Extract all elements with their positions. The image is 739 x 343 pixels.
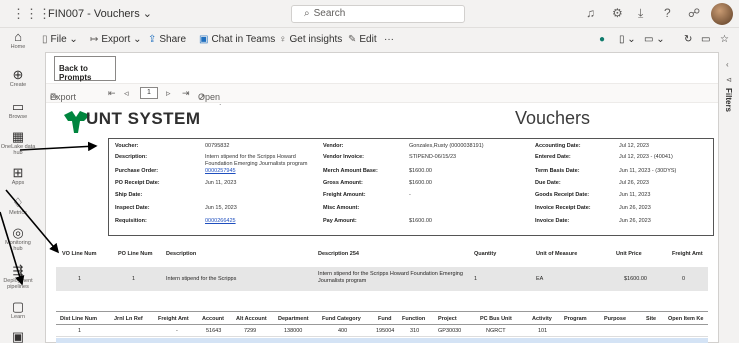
download-icon[interactable]: ⤓ — [638, 6, 643, 21]
copilot-icon[interactable]: ● — [599, 34, 605, 45]
rail-item-metrics[interactable]: ♢ Metrics — [0, 195, 36, 217]
export-menu[interactable]: ↦ Export ⌄ — [90, 34, 141, 45]
rail-item-create[interactable]: ⊕ Create — [0, 67, 36, 89]
rail-item-monitoring[interactable]: ◎ Monitoring hub — [0, 225, 36, 253]
monitoring-icon: ◎ — [12, 225, 24, 240]
favorite-icon[interactable]: ☆ — [720, 34, 729, 45]
rail-item-deployment[interactable]: ⇶ Deployment pipelines — [0, 263, 36, 291]
left-rail: ⌂ Home ⊕ Create ▭ Browse ▦ OneLake data hub … — [0, 28, 36, 343]
share-button[interactable]: ⇪ Share — [148, 34, 186, 45]
requisition-link[interactable]: 0000266425 — [205, 218, 236, 224]
command-bar: ▯ File ⌄ ↦ Export ⌄ ⇪ Share ▣ Chat in Teams … — [36, 28, 739, 52]
create-icon: ⊕ — [12, 67, 24, 82]
chat-in-teams-button[interactable]: ▣ Chat in Teams — [199, 34, 275, 45]
learn-icon: ▢ — [11, 299, 25, 314]
notifications-icon[interactable]: ♫ — [586, 6, 595, 20]
rail-item-browse[interactable]: ▭ Browse — [0, 99, 36, 121]
home-icon: ⌂ — [14, 29, 22, 44]
distribution-table-header: Dist Line Num Jrnl Ln Ref Freight Amt Ac… — [56, 311, 708, 325]
edit-button[interactable]: ✎ Edit — [348, 34, 377, 45]
view-icon[interactable]: ▭ ⌄ — [644, 34, 665, 45]
filter-icon: ⊲ — [726, 77, 732, 84]
rail-item-home[interactable]: ⌂ Home — [0, 29, 36, 51]
avatar[interactable] — [711, 3, 733, 25]
voucher-report: UNT SYSTEM Vouchers Voucher: 00795832 Ve… — [56, 105, 714, 343]
filters-label[interactable]: Filters — [724, 88, 733, 112]
rail-item-apps[interactable]: ⊞ Apps — [0, 165, 36, 187]
refresh-icon[interactable]: ↻ — [684, 34, 692, 45]
report-export-button[interactable]: ↦ Export ⌄ — [50, 88, 76, 102]
selected-empty-row[interactable] — [56, 338, 708, 343]
back-to-prompts-button[interactable]: Back to Prompts — [54, 56, 116, 82]
search-icon: ⌕ — [304, 8, 310, 19]
voucher-id: 00795832 — [205, 143, 230, 149]
pencil-icon: ✎ — [348, 34, 357, 45]
table-row[interactable]: 1 1 Intern stipend for the Scripps Inter… — [56, 267, 708, 291]
line-table-header: VO Line Num PO Line Num Description Desc… — [62, 251, 703, 257]
rail-item-learn[interactable]: ▢ Learn — [0, 299, 36, 321]
settings-icon[interactable]: ⚙ — [612, 6, 623, 20]
file-menu[interactable]: ▯ File ⌄ — [42, 34, 78, 45]
report-heading: Vouchers — [515, 108, 591, 128]
browse-icon: ▭ — [11, 99, 25, 114]
workspace-icon: ▣ — [11, 329, 25, 343]
rail-item-workspace[interactable]: ▣ — [0, 330, 36, 343]
page-number-input[interactable]: 1 — [140, 87, 158, 99]
more-options-button[interactable]: ··· — [384, 34, 394, 45]
file-icon: ▯ — [42, 34, 48, 45]
first-page-icon[interactable]: ⇤ — [108, 88, 116, 99]
help-icon[interactable]: ? — [664, 6, 671, 20]
logo-text: UNT SYSTEM — [86, 109, 201, 128]
vendor-value: Gonzales,Rusty (0000038191) — [409, 143, 484, 149]
report-title[interactable]: FIN007 - Vouchers ⌄ — [48, 7, 152, 20]
report-canvas: Back to Prompts ↦ Export ⌄ ⇤ ◃ 1 ▹ ⇥ ↗ O… — [45, 52, 719, 343]
share-icon: ⇪ — [148, 34, 157, 45]
distribution-table: Dist Line Num Jrnl Ln Ref Freight Amt Ac… — [56, 311, 708, 343]
collapse-icon[interactable]: ‹ — [726, 60, 729, 69]
last-page-icon[interactable]: ⇥ — [182, 88, 190, 99]
comment-icon[interactable]: ▭ — [701, 34, 710, 45]
apps-icon: ⊞ — [12, 165, 24, 180]
top-bar: ⋮⋮⋮ FIN007 - Vouchers ⌄ ⌕ Search ♫ ⚙ ⤓ ? … — [0, 0, 739, 28]
pipeline-icon: ⇶ — [12, 263, 24, 278]
get-insights-button[interactable]: ♀ Get insights — [279, 34, 342, 45]
bookmark-icon[interactable]: ▯ ⌄ — [619, 34, 636, 45]
search-input[interactable]: ⌕ Search — [291, 5, 465, 23]
share-feedback-icon[interactable]: ☍ — [688, 6, 700, 20]
data-hub-icon: ▦ — [11, 129, 25, 144]
metrics-icon: ♢ — [12, 195, 24, 210]
previous-page-icon[interactable]: ◃ — [124, 88, 129, 99]
app-launcher-icon[interactable]: ⋮⋮⋮ — [12, 6, 51, 22]
purchase-order-link[interactable]: 0000257945 — [205, 168, 236, 174]
paginated-report-toolbar: ↦ Export ⌄ ⇤ ◃ 1 ▹ ⇥ ↗ Open report — [46, 83, 718, 112]
rail-item-onelake[interactable]: ▦ OneLake data hub — [0, 129, 36, 157]
table-row[interactable]: 1 - 51643 7299 138000 400 195004 310 GP3… — [56, 325, 708, 337]
export-icon: ↦ — [90, 34, 99, 45]
voucher-header: Voucher: 00795832 Vendor: Gonzales,Rusty… — [108, 138, 714, 236]
lightbulb-icon: ♀ — [279, 34, 287, 45]
teams-icon: ▣ — [199, 34, 209, 45]
next-page-icon[interactable]: ▹ — [166, 88, 171, 99]
